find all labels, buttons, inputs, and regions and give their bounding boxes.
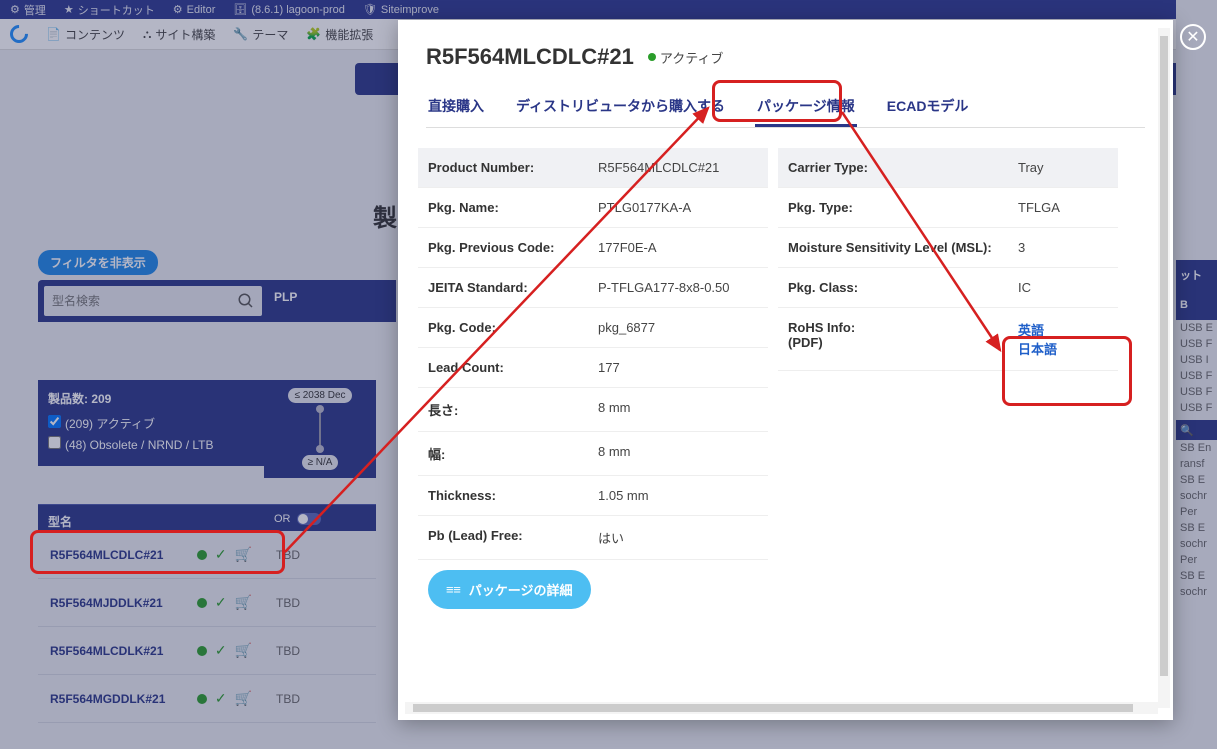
close-icon[interactable]: ✕ [1180,24,1206,50]
tab-direct-buy[interactable]: 直接購入 [426,88,486,127]
list-icon: ≡ ≡ [446,582,459,597]
modal-title: R5F564MLCDLC#21 アクティブ [426,44,1145,70]
tab-package-info[interactable]: パッケージ情報 [755,88,857,127]
package-detail-button[interactable]: ≡ ≡ パッケージの詳細 [428,570,591,609]
status-badge: アクティブ [648,48,724,67]
package-right-table: Carrier Type:Tray Pkg. Type:TFLGA Moistu… [778,148,1118,668]
rohs-link-en[interactable]: 英語 [1018,320,1057,339]
modal-scrollbar-v[interactable] [1158,28,1170,708]
package-left-table: Product Number:R5F564MLCDLC#21 Pkg. Name… [418,148,768,668]
tab-ecad-model[interactable]: ECADモデル [885,88,971,127]
tab-distributor-buy[interactable]: ディストリビュータから購入する [514,88,727,127]
modal-scrollbar-h[interactable] [405,702,1158,714]
package-info-modal: R5F564MLCDLC#21 アクティブ 直接購入 ディストリビュータから購入… [398,20,1173,720]
rohs-link-ja[interactable]: 日本語 [1018,339,1057,358]
modal-tabs: 直接購入 ディストリビュータから購入する パッケージ情報 ECADモデル [426,88,1145,128]
